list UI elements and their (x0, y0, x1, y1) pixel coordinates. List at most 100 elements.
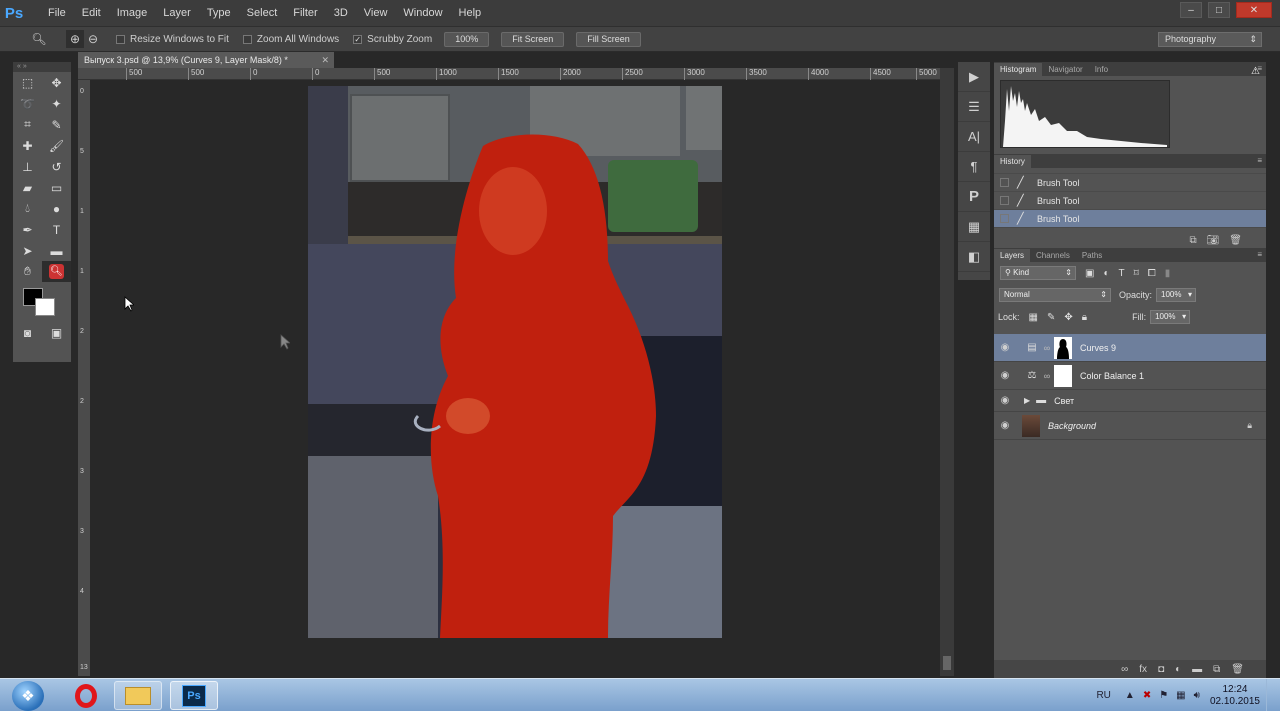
layer-row-curves[interactable]: ◉ ▤ ∞ Curves 9 (994, 334, 1266, 362)
adjustments-icon[interactable]: ◧ (958, 242, 990, 272)
pen-tool-icon[interactable]: ✒ (13, 219, 42, 240)
character-panel-icon[interactable]: A| (958, 122, 990, 152)
magic-wand-icon[interactable]: ✦ (42, 93, 71, 114)
type-tool-icon[interactable]: T (42, 219, 71, 240)
scrollbar-thumb[interactable] (943, 656, 951, 670)
layer-row-background[interactable]: ◉ Background 🔒︎ (994, 412, 1266, 440)
eyedropper-tool-icon[interactable]: ✎ (42, 114, 71, 135)
menu-window[interactable]: Window (395, 0, 450, 26)
explorer-taskbar-icon[interactable] (114, 681, 162, 710)
layer-group-svet[interactable]: ◉ ▶ ▬ Свет (994, 390, 1266, 412)
scrubby-zoom-checkbox[interactable]: ✓ Scrubby Zoom (353, 34, 432, 45)
tab-layers[interactable]: Layers (994, 249, 1031, 262)
tab-histogram[interactable]: Histogram (994, 63, 1043, 76)
new-document-from-state-icon[interactable]: ⧉ (1189, 235, 1196, 246)
eraser-tool-icon[interactable]: ▰ (13, 177, 42, 198)
fx-icon[interactable]: fx (1139, 664, 1147, 675)
tools-panel-header[interactable]: « » (13, 62, 71, 72)
fill-screen-button[interactable]: Fill Screen (576, 31, 641, 47)
menu-filter[interactable]: Filter (285, 0, 325, 26)
zoom-tool-preset-icon[interactable]: 🔍︎ (30, 30, 48, 48)
trash-icon[interactable]: 🗑︎ (1229, 235, 1242, 246)
background-color[interactable] (35, 298, 55, 316)
lock-all-icon[interactable]: 🔒︎ (1082, 312, 1087, 323)
history-snapshot-checkbox[interactable] (1000, 178, 1009, 187)
document-image[interactable] (308, 86, 722, 638)
clone-stamp-icon[interactable]: ⊥ (13, 156, 42, 177)
zoom-100-button[interactable]: 100% (444, 31, 490, 47)
new-layer-icon[interactable]: ⧉ (1213, 664, 1220, 675)
menu-file[interactable]: File (40, 0, 74, 26)
tab-paths[interactable]: Paths (1076, 249, 1108, 262)
dodge-tool-icon[interactable]: ● (42, 198, 71, 219)
network-warning-icon[interactable]: ✖ (1143, 690, 1151, 701)
fill-field[interactable]: 100% ▾ (1150, 310, 1191, 324)
menu-view[interactable]: View (356, 0, 396, 26)
eye-icon[interactable]: ◉ (994, 395, 1016, 406)
eye-icon[interactable]: ◉ (994, 420, 1016, 431)
move-tool-icon[interactable]: ✥ (42, 72, 71, 93)
new-group-icon[interactable]: ▬ (1192, 664, 1202, 675)
minimize-button[interactable]: – (1180, 2, 1202, 18)
close-button[interactable]: ✕ (1236, 2, 1272, 18)
photoshop-taskbar-icon[interactable]: Ps (170, 681, 218, 710)
hand-tool-icon[interactable]: ✋︎ (13, 261, 42, 282)
expand-arrow-icon[interactable]: ▶ (1024, 396, 1030, 405)
history-item-selected[interactable]: ╱ Brush Tool (994, 210, 1266, 228)
zoom-tool-icon[interactable]: 🔍︎ (42, 261, 71, 282)
camera-snapshot-icon[interactable]: 📷︎ (1207, 235, 1220, 246)
lock-position-icon[interactable]: ✥ (1064, 312, 1072, 323)
actions-list-icon[interactable]: ☰ (958, 92, 990, 122)
tab-channels[interactable]: Channels (1030, 249, 1076, 262)
zoom-in-icon[interactable]: ⊕ (66, 30, 84, 48)
filter-type-icon[interactable]: T (1119, 268, 1125, 279)
link-chain-icon[interactable]: ∞ (1042, 343, 1052, 353)
document-tab[interactable]: Выпуск 3.psd @ 13,9% (Curves 9, Layer Ma… (78, 52, 334, 68)
zoom-all-checkbox[interactable]: Zoom All Windows (242, 34, 339, 45)
opacity-field[interactable]: 100% ▾ (1156, 288, 1197, 302)
layer-mask-thumbnail[interactable] (1054, 336, 1072, 359)
filter-toggle-icon[interactable]: ▮ (1165, 268, 1171, 279)
tab-navigator[interactable]: Navigator (1042, 63, 1088, 76)
history-item[interactable]: ╱ Brush Tool (994, 192, 1266, 210)
eye-icon[interactable]: ◉ (994, 342, 1016, 353)
play-action-icon[interactable]: ▶ (958, 62, 990, 92)
shape-tool-icon[interactable]: ▬ (42, 240, 71, 261)
filter-kind-select[interactable]: ⚲ Kind ⇕ (1000, 266, 1076, 280)
resize-windows-checkbox[interactable]: Resize Windows to Fit (116, 34, 229, 45)
brush-tool-icon[interactable]: 🖌︎ (42, 135, 71, 156)
network-icon[interactable]: ▦ (1176, 690, 1185, 701)
workspace-select[interactable]: Photography ⇕ (1158, 32, 1262, 47)
lock-transparency-icon[interactable]: ▦ (1029, 312, 1038, 323)
gradient-tool-icon[interactable]: ▭ (42, 177, 71, 198)
healing-brush-icon[interactable]: ✚ (13, 135, 42, 156)
menu-image[interactable]: Image (109, 0, 156, 26)
filter-pixel-icon[interactable]: ▣ (1085, 268, 1094, 279)
panel-menu-icon[interactable]: ≡ (1257, 156, 1262, 165)
menu-type[interactable]: Type (199, 0, 239, 26)
blend-mode-select[interactable]: Normal ⇕ (999, 288, 1111, 302)
vertical-scrollbar[interactable] (940, 68, 954, 676)
menu-select[interactable]: Select (239, 0, 286, 26)
clock[interactable]: 12:24 02.10.2015 (1210, 684, 1260, 708)
menu-help[interactable]: Help (451, 0, 490, 26)
blur-tool-icon[interactable]: 💧︎ (13, 198, 42, 219)
history-snapshot-checkbox[interactable] (1000, 196, 1009, 205)
language-indicator[interactable]: RU (1096, 690, 1110, 701)
menu-3d[interactable]: 3D (326, 0, 356, 26)
paragraph-panel-icon[interactable]: ¶ (958, 152, 990, 182)
tab-history[interactable]: History (994, 155, 1031, 168)
start-button-icon[interactable]: ❖ (12, 681, 44, 711)
close-tab-icon[interactable]: ✕ (321, 52, 329, 68)
filter-adjustment-icon[interactable]: ◐ (1103, 268, 1109, 279)
quick-mask-icon[interactable]: ◙ (13, 322, 42, 343)
volume-icon[interactable]: 🔊︎ (1194, 690, 1200, 701)
path-selection-icon[interactable]: ➤ (13, 240, 42, 261)
link-chain-icon[interactable]: ∞ (1042, 371, 1052, 381)
marquee-tool-icon[interactable]: ⬚ (13, 72, 42, 93)
opera-taskbar-icon[interactable] (62, 681, 110, 710)
tab-info[interactable]: Info (1089, 63, 1114, 76)
filter-shape-icon[interactable]: ⌑ (1134, 268, 1139, 279)
maximize-button[interactable]: □ (1208, 2, 1230, 18)
history-brush-icon[interactable]: ↺ (42, 156, 71, 177)
